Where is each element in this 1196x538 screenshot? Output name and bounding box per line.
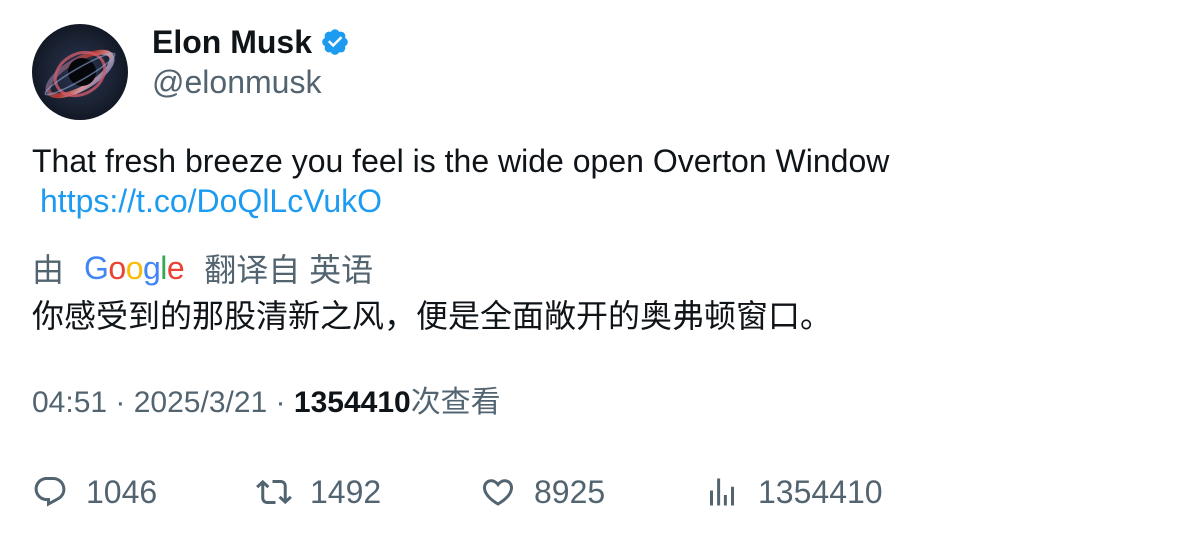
google-logo: Google [84, 249, 185, 286]
views-count: 1354410 [293, 386, 411, 419]
retweet-button[interactable]: 1492 [256, 470, 381, 514]
analytics-icon [710, 478, 734, 506]
author-name[interactable]: Elon Musk [152, 22, 350, 62]
author-handle[interactable]: @elonmusk [152, 62, 321, 102]
retweet-count: 1492 [310, 473, 382, 510]
reply-button[interactable]: 1046 [32, 470, 157, 514]
avatar[interactable] [32, 24, 128, 120]
like-button[interactable]: 8925 [480, 470, 605, 514]
meta-separator: · [107, 386, 134, 419]
translation-prefix: 由 [32, 252, 65, 288]
tweet-link[interactable]: https://t.co/DoQlLcVukO [40, 181, 382, 221]
tweet-text: That fresh breeze you feel is the wide o… [32, 143, 890, 179]
views-action-count: 1354410 [758, 473, 883, 510]
views-button[interactable]: 1354410 [704, 470, 883, 514]
tweet-body: That fresh breeze you feel is the wide o… [32, 141, 1152, 221]
heart-icon [482, 479, 514, 506]
reply-count: 1046 [86, 473, 158, 510]
verified-badge-icon [322, 29, 348, 55]
tweet-time[interactable]: 04:51 [32, 386, 107, 419]
action-bar: 1046 1492 8925 1354410 [32, 470, 932, 514]
translation-attribution: 由 Google 翻译自 英语 [32, 246, 373, 290]
black-hole-avatar [32, 24, 128, 120]
retweet-icon [256, 479, 292, 505]
tweet-meta: 04:51 · 2025/3/21 · 1354410次查看 [32, 383, 501, 423]
tweet-date[interactable]: 2025/3/21 [134, 386, 267, 419]
like-count: 8925 [534, 473, 606, 510]
translated-text: 你感受到的那股清新之风，便是全面敞开的奥弗顿窗口。 [32, 298, 833, 334]
meta-separator: · [267, 386, 294, 419]
reply-icon [34, 477, 66, 507]
author-display-name[interactable]: Elon Musk [152, 22, 312, 62]
views-label: 次查看 [410, 386, 501, 419]
translation-suffix: 翻译自 英语 [204, 252, 374, 288]
